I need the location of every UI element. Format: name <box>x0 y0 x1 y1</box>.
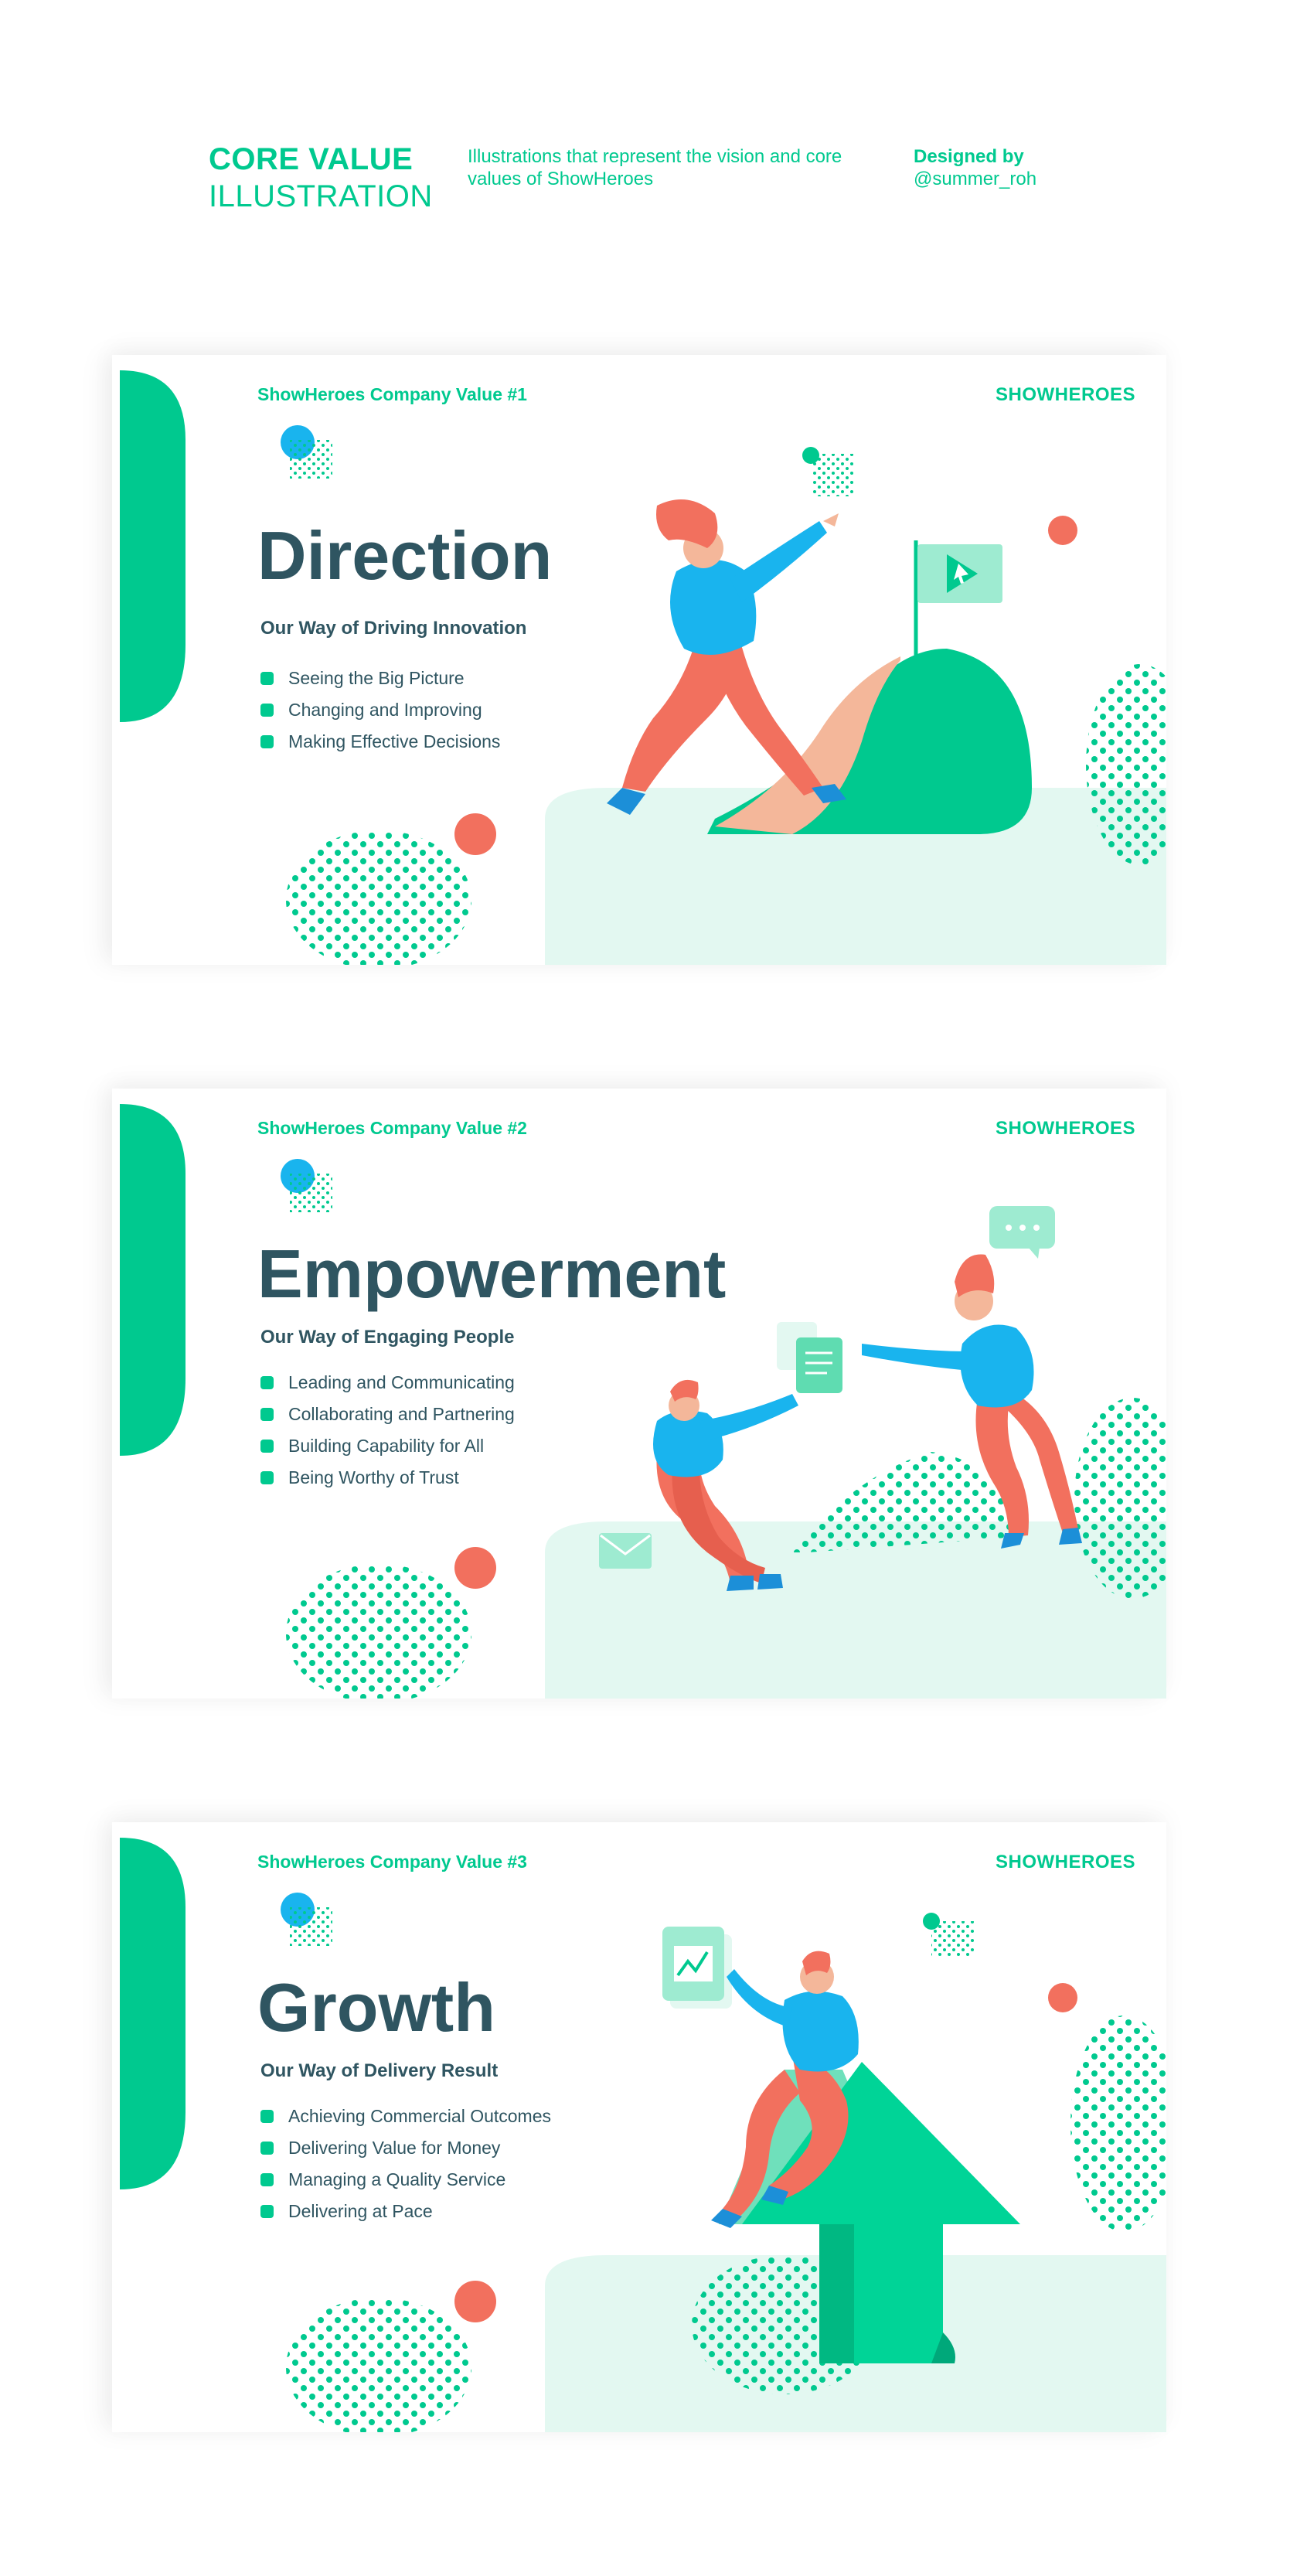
list-item-label: Achieving Commercial Outcomes <box>288 2106 552 2126</box>
shoe <box>757 1574 783 1590</box>
bullet-icon <box>260 2173 274 2186</box>
card-subtitle: Our Way of Engaging People <box>260 1327 515 1348</box>
card-title: Direction <box>257 517 553 594</box>
figure-a-arm <box>862 1344 970 1371</box>
value-list: Leading and Communicating Collaborating … <box>260 1367 515 1494</box>
list-item: Building Capability for All <box>260 1430 515 1462</box>
list-item-label: Making Effective Decisions <box>288 731 501 751</box>
card-tag: ShowHeroes Company Value #1 <box>257 384 527 404</box>
bullet-icon <box>260 1471 274 1484</box>
list-item-label: Being Worthy of Trust <box>288 1467 459 1487</box>
dot-cluster-small <box>931 1921 974 1956</box>
bullet-icon <box>260 704 274 717</box>
bullet-icon <box>260 2110 274 2123</box>
figure-arm-pointing <box>730 521 827 602</box>
list-item: Being Worthy of Trust <box>260 1462 515 1494</box>
bullet-icon <box>260 2205 274 2218</box>
brand-logo: SHOWHEROES <box>995 1852 1135 1872</box>
dot-cluster-small <box>290 1907 332 1946</box>
bullet-icon <box>260 2142 274 2155</box>
credit-handle: @summer_roh <box>914 169 1037 189</box>
page-header: CORE VALUE ILLUSTRATION Illustrations th… <box>209 141 1098 218</box>
growth-arrow-shade <box>819 2224 854 2363</box>
figure-b-arm <box>699 1394 798 1440</box>
header-title: CORE VALUE ILLUSTRATION <box>209 141 433 215</box>
figure-torso <box>782 1991 859 2072</box>
dot-cluster-small <box>290 1174 332 1212</box>
shoe <box>727 1576 754 1591</box>
list-item: Achieving Commercial Outcomes <box>260 2101 551 2132</box>
card-title: Growth <box>257 1969 495 2046</box>
coral-circle <box>454 1547 496 1589</box>
document-icon <box>796 1337 842 1393</box>
list-item: Delivering Value for Money <box>260 2132 551 2164</box>
figure-hand <box>823 513 839 526</box>
dot-cluster-left <box>286 1564 471 1699</box>
card-tag: ShowHeroes Company Value #2 <box>257 1118 527 1138</box>
header-credit: Designed by @summer_roh <box>914 145 1036 190</box>
value-card-direction: ShowHeroes Company Value #1 SHOWHEROES D… <box>112 355 1166 965</box>
coral-circle <box>1048 1983 1077 2012</box>
list-item-label: Managing a Quality Service <box>288 2169 506 2189</box>
dot-cluster-small <box>812 454 854 496</box>
list-item-label: Leading and Communicating <box>288 1372 515 1392</box>
figure-arm <box>727 1969 792 2027</box>
header-title-line1: CORE VALUE <box>209 142 414 176</box>
bullet-icon <box>260 672 274 685</box>
list-item: Delivering at Pace <box>260 2196 551 2227</box>
dot-cluster-center <box>792 1452 1016 1552</box>
coral-circle <box>454 2281 496 2322</box>
dot-cluster-small <box>290 440 332 479</box>
list-item: Changing and Improving <box>260 694 500 726</box>
bullet-icon <box>260 1376 274 1389</box>
header-description: Illustrations that represent the vision … <box>468 146 842 189</box>
value-list: Seeing the Big Picture Changing and Impr… <box>260 663 500 758</box>
list-item-label: Collaborating and Partnering <box>288 1404 515 1424</box>
side-tab-shape <box>120 1104 186 1456</box>
bullet-icon <box>260 735 274 748</box>
dot-cluster-left <box>286 830 471 965</box>
card-tag: ShowHeroes Company Value #3 <box>257 1852 527 1872</box>
coral-circle <box>1048 516 1077 545</box>
list-item-label: Delivering at Pace <box>288 2201 433 2221</box>
list-item: Seeing the Big Picture <box>260 663 500 694</box>
side-tab-shape <box>120 1838 186 2189</box>
side-tab-shape <box>120 370 186 722</box>
brand-logo: SHOWHEROES <box>995 384 1135 405</box>
value-list: Achieving Commercial Outcomes Delivering… <box>260 2101 551 2227</box>
figure-a-torso <box>960 1324 1034 1408</box>
brand-logo: SHOWHEROES <box>995 1118 1135 1139</box>
header-title-line2: ILLUSTRATION <box>209 179 433 213</box>
value-card-growth: ShowHeroes Company Value #3 SHOWHEROES G… <box>112 1822 1166 2432</box>
list-item: Collaborating and Partnering <box>260 1399 515 1430</box>
card-subtitle: Our Way of Driving Innovation <box>260 618 527 639</box>
value-card-empowerment: ShowHeroes Company Value #2 SHOWHEROES E… <box>112 1089 1166 1699</box>
list-item-label: Building Capability for All <box>288 1436 485 1456</box>
coral-circle <box>454 813 496 855</box>
list-item-label: Seeing the Big Picture <box>288 668 465 688</box>
list-item-label: Changing and Improving <box>288 700 482 720</box>
list-item: Leading and Communicating <box>260 1367 515 1399</box>
list-item-label: Delivering Value for Money <box>288 2138 501 2158</box>
figure-front-leg <box>707 633 823 796</box>
list-item: Making Effective Decisions <box>260 726 500 758</box>
dot-cluster-right <box>1070 2015 1166 2232</box>
direction-illustration <box>120 370 1166 965</box>
bullet-icon <box>260 1408 274 1421</box>
mail-icon <box>599 1533 652 1569</box>
credit-label: Designed by <box>914 146 1024 167</box>
card-title: Empowerment <box>257 1235 727 1312</box>
list-item: Managing a Quality Service <box>260 2164 551 2196</box>
card-subtitle: Our Way of Delivery Result <box>260 2060 499 2081</box>
dot-cluster-left <box>286 2298 471 2432</box>
bullet-icon <box>260 1440 274 1453</box>
